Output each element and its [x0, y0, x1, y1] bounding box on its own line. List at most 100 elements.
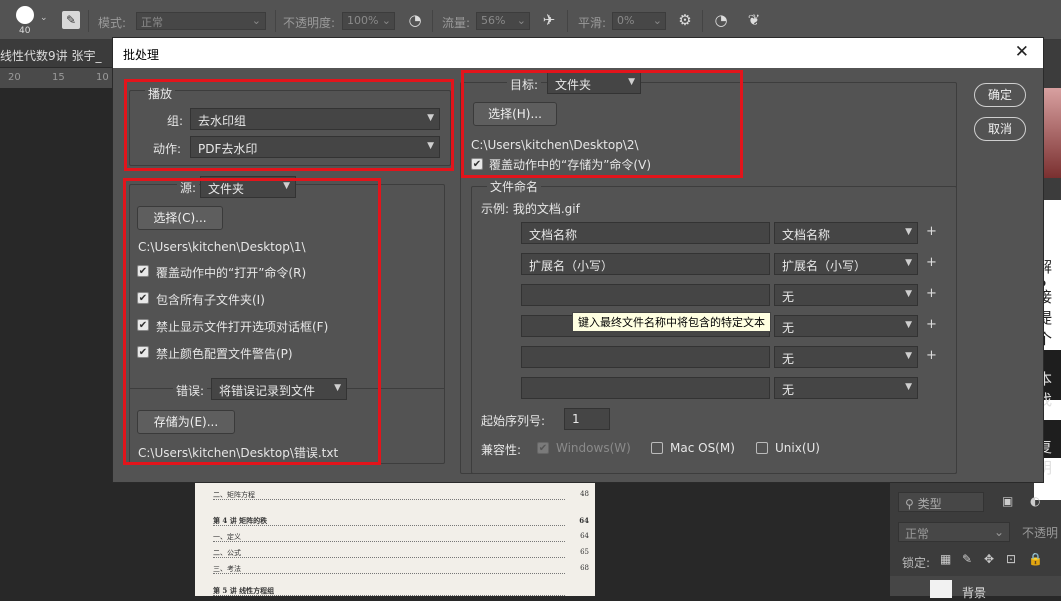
- ok-button[interactable]: 确定: [974, 83, 1026, 107]
- opacity-label: 不透明度:: [283, 16, 336, 30]
- naming-select-value: 无: [782, 321, 795, 335]
- opacity-field[interactable]: 100% ⌄: [342, 12, 395, 30]
- toc-line: 三、考法 68: [213, 564, 589, 574]
- naming-select-value: 文档名称: [782, 228, 831, 242]
- document-page: 二、矩阵方程 48 第 4 讲 矩阵的秩 64 一、定义 64 二、公式 65 三、考法…: [195, 478, 595, 596]
- toc-line: 第 5 讲 线性方程组: [213, 586, 565, 596]
- start-serial-label: 起始序列号:: [481, 414, 546, 428]
- windows-label: Windows(W): [556, 441, 631, 455]
- symmetry-icon[interactable]: ❦: [745, 11, 763, 29]
- naming-select-value: 无: [782, 352, 795, 366]
- smoothing-value: 0%: [617, 14, 635, 27]
- gear-icon[interactable]: ⚙: [676, 11, 694, 29]
- ruler-tick: 10: [96, 72, 109, 83]
- naming-select[interactable]: 无 ▼: [774, 346, 918, 368]
- naming-text-field[interactable]: [521, 346, 770, 368]
- opacity-value: 100%: [347, 14, 379, 27]
- naming-select-value: 无: [782, 290, 795, 304]
- layer-row[interactable]: 背景: [890, 576, 1061, 600]
- highlight-box-source: [123, 178, 381, 465]
- blend-mode-value: 正常: [905, 527, 930, 541]
- naming-select[interactable]: 文档名称 ▼: [774, 222, 918, 244]
- chevron-down-icon: ▼: [905, 351, 912, 361]
- unix-checkbox[interactable]: [756, 442, 768, 454]
- horizontal-ruler: 20 15 10: [0, 68, 120, 88]
- flow-label: 流量:: [442, 16, 471, 30]
- add-row-icon[interactable]: +: [926, 224, 937, 239]
- lock-pixels-icon[interactable]: ▦: [940, 552, 951, 566]
- layer-opacity-label: 不透明: [1022, 526, 1059, 540]
- lock-label: 锁定:: [902, 556, 931, 570]
- search-icon: ⚲: [905, 497, 918, 511]
- layer-name: 背景: [962, 586, 987, 600]
- macos-label: Mac OS(M): [670, 441, 735, 455]
- ruler-tick: 20: [8, 72, 21, 83]
- add-row-icon[interactable]: +: [926, 255, 937, 270]
- ruler-tick: 15: [52, 72, 65, 83]
- chevron-down-icon: ▼: [905, 382, 912, 392]
- mode-value: 正常: [141, 16, 163, 29]
- layer-filter[interactable]: ⚲ 类型: [898, 492, 984, 512]
- flow-value: 56%: [481, 14, 506, 27]
- naming-select-value: 扩展名（小写）: [782, 259, 867, 273]
- highlight-box-play: [124, 79, 454, 171]
- brush-size-label: 40: [19, 26, 31, 36]
- cancel-button[interactable]: 取消: [974, 117, 1026, 141]
- naming-select[interactable]: 无 ▼: [774, 377, 918, 399]
- naming-example: 示例: 我的文档.gif: [481, 202, 580, 216]
- naming-text-value: 扩展名（小写）: [529, 259, 614, 273]
- dialog-title: 批处理: [123, 48, 160, 62]
- chevron-down-icon[interactable]: ⌄: [40, 13, 48, 23]
- chevron-down-icon: ▼: [905, 227, 912, 237]
- lock-move-icon[interactable]: ✥: [984, 552, 994, 566]
- smoothing-field[interactable]: 0% ⌄: [612, 12, 666, 30]
- layer-filter-value: 类型: [917, 497, 942, 511]
- toc-line: 二、矩阵方程 48: [213, 490, 589, 500]
- lock-artboard-icon[interactable]: ⊡: [1006, 552, 1016, 566]
- macos-checkbox[interactable]: [651, 442, 663, 454]
- compat-label: 兼容性:: [481, 443, 522, 457]
- naming-text-field[interactable]: [521, 377, 770, 399]
- file-naming-legend: 文件命名: [487, 178, 542, 195]
- close-icon[interactable]: ✕: [1015, 42, 1029, 62]
- document-tab[interactable]: 线性代数9讲 张宇_: [0, 47, 101, 64]
- windows-checkbox: ✔: [537, 442, 549, 454]
- naming-select[interactable]: 无 ▼: [774, 315, 918, 337]
- add-row-icon[interactable]: +: [926, 286, 937, 301]
- layer-thumbnail: [930, 580, 952, 598]
- naming-text-value: 文档名称: [529, 228, 578, 242]
- mode-label: 模式:: [98, 16, 127, 30]
- naming-select[interactable]: 扩展名（小写） ▼: [774, 253, 918, 275]
- pressure-size-icon[interactable]: ◔: [712, 11, 730, 29]
- adjust-filter-icon[interactable]: ◐: [1030, 494, 1040, 508]
- mode-select[interactable]: 正常 ⌄: [136, 12, 266, 30]
- airbrush-icon[interactable]: ✈: [540, 11, 558, 29]
- naming-select[interactable]: 无 ▼: [774, 284, 918, 306]
- image-filter-icon[interactable]: ▣: [1002, 494, 1013, 508]
- naming-text-field[interactable]: [521, 284, 770, 306]
- blend-mode-select[interactable]: 正常 ⌄: [898, 522, 1010, 542]
- add-row-icon[interactable]: +: [926, 317, 937, 332]
- flow-field[interactable]: 56% ⌄: [476, 12, 530, 30]
- naming-select-value: 无: [782, 383, 795, 397]
- toc-line: 一、定义 64: [213, 532, 589, 542]
- start-serial-field[interactable]: 1: [564, 408, 610, 430]
- highlight-box-destination: [461, 70, 743, 178]
- options-bar: 40 ⌄ ✎ 模式: 正常 ⌄ 不透明度: 100% ⌄ ◔ 流量: 56% ⌄ ✈ …: [0, 0, 1061, 40]
- start-serial-value: 1: [572, 412, 580, 426]
- smoothing-label: 平滑:: [578, 16, 607, 30]
- toc-line: 第 4 讲 矩阵的秩 64: [213, 516, 589, 526]
- brush-settings-icon[interactable]: ✎: [62, 11, 80, 29]
- lock-all-icon[interactable]: 🔒: [1028, 552, 1043, 566]
- naming-text-field[interactable]: 文档名称: [521, 222, 770, 244]
- add-row-icon[interactable]: +: [926, 348, 937, 363]
- chevron-down-icon: ▼: [905, 289, 912, 299]
- batch-dialog: 批处理 ✕ 播放 组: 去水印组 ▼ 动作: PDF去水印 ▼ 源: 文件夹 ▼ 选择…: [112, 37, 1044, 483]
- pressure-opacity-icon[interactable]: ◔: [406, 11, 424, 29]
- tooltip: 键入最终文件名称中将包含的特定文本: [572, 312, 771, 332]
- toc-line: 二、公式 65: [213, 548, 589, 558]
- brush-preset-icon[interactable]: [16, 6, 34, 24]
- lock-brush-icon[interactable]: ✎: [962, 552, 972, 566]
- dialog-titlebar: 批处理 ✕: [113, 38, 1043, 68]
- naming-text-field[interactable]: 扩展名（小写）: [521, 253, 770, 275]
